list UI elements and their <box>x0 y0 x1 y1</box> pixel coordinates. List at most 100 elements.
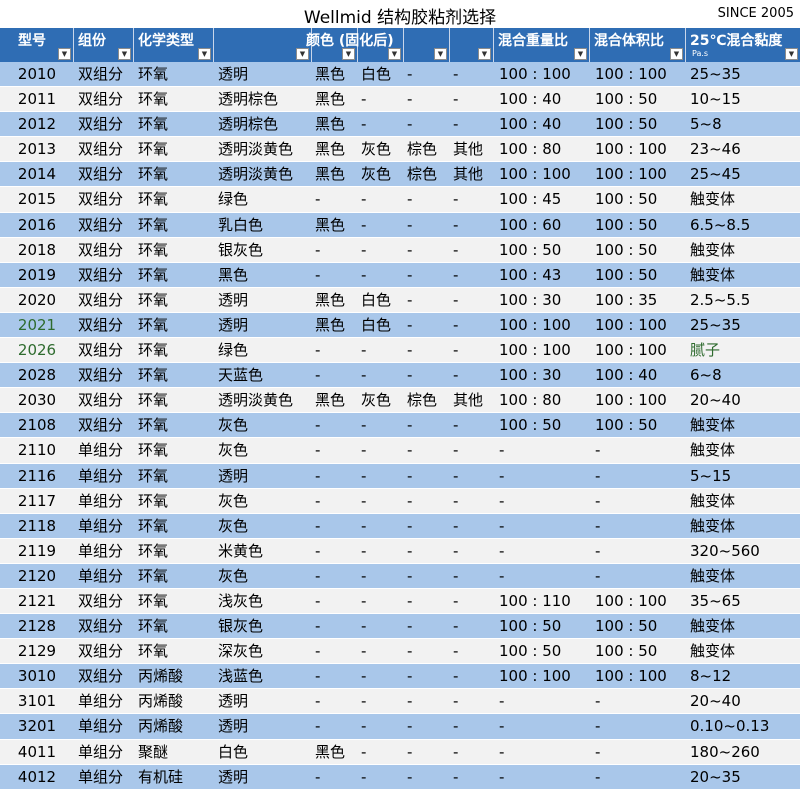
table-row[interactable]: 2129 双组分 环氧 深灰色 - - - - 100 : 50 100 : 50 触变体 <box>0 639 800 665</box>
cell-model: 2011 <box>17 90 57 109</box>
table-row[interactable]: 3101 单组分 丙烯酸 透明 - - - - - - 20~40 <box>0 689 800 715</box>
cell-components: 单组分 <box>78 466 124 485</box>
table-row[interactable]: 2020 双组分 环氧 透明 黑色 白色 - -100 : 30 100 : 35 2.5~5.5 <box>0 287 800 313</box>
cell-weight-ratio: 100 : 40 <box>499 90 562 109</box>
cell-chem: 环氧 <box>138 591 169 610</box>
cell-color-1: - <box>315 416 321 435</box>
cell-color-4: - <box>453 642 459 661</box>
header-chem-label: 化学类型 <box>138 33 194 49</box>
table-row[interactable]: 2119 单组分 环氧 米黄色 - - - - - - 320~560 <box>0 538 800 564</box>
cell-weight-ratio: - <box>499 692 505 711</box>
cell-volume-ratio: - <box>595 491 601 510</box>
cell-color-3: - <box>407 416 413 435</box>
table-row[interactable]: 2030 双组分 环氧 透明淡黄色 黑色 灰色 棕色 其他 100 : 80 100 : 100 2… <box>0 388 800 414</box>
table-row[interactable]: 2108 双组分 环氧 灰色 - - - - 100 : 50 100 : 50 触变体 <box>0 413 800 439</box>
cell-chem: 丙烯酸 <box>138 667 184 686</box>
filter-color1-dropdown-icon[interactable]: ▼ <box>342 48 355 60</box>
filter-weight-dropdown-icon[interactable]: ▼ <box>574 48 587 60</box>
table-row[interactable]: 2121 双组分 环氧 浅灰色 - - - - 100 : 110 100 : 100 35~65 <box>0 588 800 615</box>
table-row[interactable]: 2120 单组分 环氧 灰色 - - - - - - 触变体 <box>0 563 800 589</box>
cell-color-2: - <box>361 617 367 636</box>
cell-volume-ratio: 100 : 50 <box>595 416 658 435</box>
cell-model: 3010 <box>17 667 57 686</box>
cell-viscosity: 5~15 <box>690 466 732 485</box>
filter-viscosity-dropdown-icon[interactable]: ▼ <box>785 48 798 60</box>
cell-components: 双组分 <box>78 667 124 686</box>
table-row[interactable]: 2028 双组分 环氧 天蓝色 - - - - 100 : 30 100 : 40 6~8 <box>0 363 800 389</box>
cell-chem: 环氧 <box>138 491 169 510</box>
cell-weight-ratio: 100 : 80 <box>499 391 562 410</box>
table-row[interactable]: 2013 双组分 环氧 透明淡黄色 黑色 灰色 棕色 其他 100 : 80 100 : 100 2… <box>0 137 800 163</box>
table-row[interactable]: 3010 双组分 丙烯酸 浅蓝色 - - - - 100 : 100 100 : 100 8~12 <box>0 664 800 690</box>
table-row[interactable]: 2128 双组分 环氧 银灰色 - - - - 100 : 50 100 : 50 触变体 <box>0 614 800 640</box>
table-row[interactable]: 2026 双组分 环氧 绿色 - - - - 100 : 100 100 : 100 腻子 <box>0 338 800 364</box>
cell-color: 透明 <box>218 65 249 83</box>
table-row[interactable]: 2011 双组分 环氧 透明棕色 黑色 - - -100 : 40 100 : 50 10~15 <box>0 87 800 113</box>
cell-chem: 环氧 <box>138 315 169 334</box>
cell-weight-ratio: - <box>499 566 505 585</box>
cell-color-2: - <box>361 642 367 661</box>
filter-volume-dropdown-icon[interactable]: ▼ <box>670 48 683 60</box>
cell-components: 单组分 <box>78 566 124 585</box>
cell-components: 单组分 <box>78 516 124 535</box>
filter-model-dropdown-icon[interactable]: ▼ <box>58 48 71 60</box>
cell-color-1: - <box>315 617 321 636</box>
table-row[interactable]: 2015 双组分 环氧 绿色 - - - - 100 : 45 100 : 50 触变体 <box>0 187 800 213</box>
cell-weight-ratio: - <box>499 516 505 535</box>
table-row[interactable]: 2117 单组分 环氧 灰色 - - - - - - 触变体 <box>0 488 800 514</box>
cell-model: 2129 <box>17 642 57 661</box>
cell-viscosity: 触变体 <box>690 441 736 460</box>
cell-weight-ratio: 100 : 110 <box>499 591 571 610</box>
table-row[interactable]: 2018 双组分 环氧 银灰色 - - - - 100 : 50 100 : 50 触变体 <box>0 237 800 263</box>
cell-weight-ratio: - <box>499 541 505 560</box>
filter-color4-dropdown-icon[interactable]: ▼ <box>478 48 491 60</box>
cell-color-4: 其他 <box>453 165 484 184</box>
cell-color-4: 其他 <box>453 391 484 410</box>
cell-color-3: - <box>407 65 413 83</box>
table-row[interactable]: 2016 双组分 环氧 乳白色 黑色 - - -100 : 60 100 : 50 6.5~8.5 <box>0 212 800 238</box>
filter-components-dropdown-icon[interactable]: ▼ <box>118 48 131 60</box>
cell-color-2: - <box>361 516 367 535</box>
cell-color-2: - <box>361 366 367 385</box>
cell-weight-ratio: - <box>499 767 505 786</box>
cell-color-4: - <box>453 65 459 83</box>
cell-model: 2015 <box>17 190 57 209</box>
filter-color2-dropdown-icon[interactable]: ▼ <box>388 48 401 60</box>
cell-viscosity: 触变体 <box>690 642 736 661</box>
table-row[interactable]: 4011 单组分 聚醚 白色 黑色 - - - - -180~260 <box>0 739 800 765</box>
cell-color-1: 黑色 <box>315 90 346 109</box>
table-row[interactable]: 2021 双组分 环氧 透明 黑色 白色 - -100 : 100 100 : 100 25~35 <box>0 312 800 339</box>
table-row[interactable]: 2118 单组分 环氧 灰色 - - - - - - 触变体 <box>0 513 800 539</box>
table-row[interactable]: 2012 双组分 环氧 透明棕色 黑色 - - -100 : 40 100 : 50 5~8 <box>0 112 800 138</box>
table-row[interactable]: 4012 单组分 有机硅 透明 - - - - - - 20~35 <box>0 764 800 790</box>
cell-color-3: - <box>407 441 413 460</box>
cell-chem: 环氧 <box>138 215 169 234</box>
header-components: 组份 ▼ <box>74 28 134 62</box>
filter-color3-dropdown-icon[interactable]: ▼ <box>434 48 447 60</box>
cell-color: 乳白色 <box>218 215 264 234</box>
cell-color-1: - <box>315 366 321 385</box>
cell-chem: 丙烯酸 <box>138 717 184 736</box>
cell-color-3: - <box>407 341 413 360</box>
filter-chem-dropdown-icon[interactable]: ▼ <box>198 48 211 60</box>
cell-weight-ratio: 100 : 45 <box>499 190 562 209</box>
table-row[interactable]: 2116 单组分 环氧 透明 - - - - - - 5~15 <box>0 463 800 489</box>
table-row[interactable]: 3201 单组分 丙烯酸 透明 - - - - - - 0.10~0.13 <box>0 714 800 740</box>
cell-color-3: - <box>407 115 413 134</box>
cell-color-3: - <box>407 466 413 485</box>
cell-color-2: 白色 <box>361 290 392 309</box>
table-row[interactable]: 2010 双组分 环氧 透明 黑色 白色 - -100 : 100 100 : 100 25~35 <box>0 62 800 88</box>
table-row[interactable]: 2014 双组分 环氧 透明淡黄色 黑色 灰色 棕色 其他 100 : 100 100 : 100… <box>0 162 800 188</box>
table-row[interactable]: 2110 单组分 环氧 灰色 - - - - - - 触变体 <box>0 438 800 464</box>
cell-color-2: - <box>361 692 367 711</box>
cell-color-4: - <box>453 541 459 560</box>
cell-color-3: - <box>407 491 413 510</box>
table-row[interactable]: 2019 双组分 环氧 黑色 - - - - 100 : 43 100 : 50 触变体 <box>0 262 800 288</box>
cell-volume-ratio: 100 : 40 <box>595 366 658 385</box>
cell-model: 2010 <box>17 65 57 83</box>
cell-viscosity: 触变体 <box>690 240 736 259</box>
cell-viscosity: 8~12 <box>690 667 732 686</box>
cell-volume-ratio: - <box>595 541 601 560</box>
cell-components: 双组分 <box>78 366 124 385</box>
cell-color-2: - <box>361 466 367 485</box>
